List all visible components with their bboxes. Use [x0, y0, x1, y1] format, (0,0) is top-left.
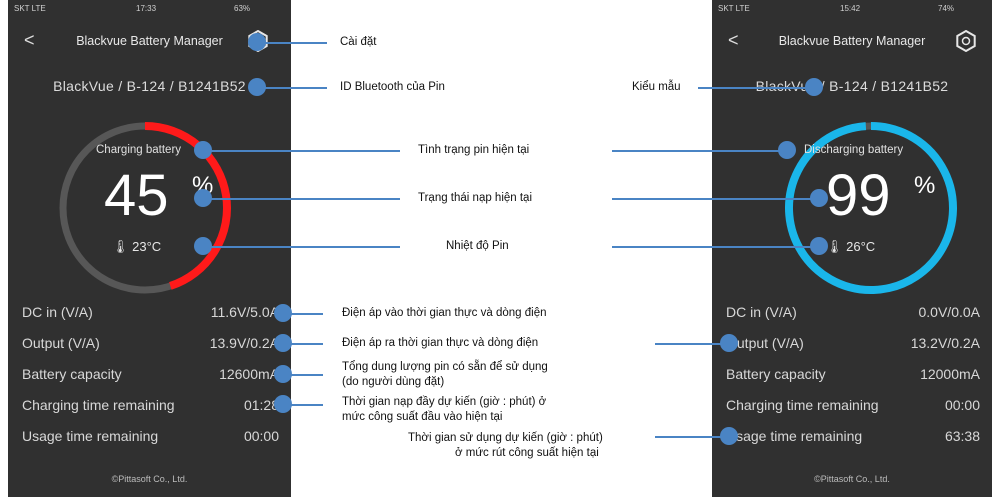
- dc-in-row: DC in (V/A) 11.6V/5.0A: [22, 304, 279, 326]
- callout-line: [257, 87, 327, 89]
- row-label: Charging time remaining: [22, 397, 175, 413]
- percent-sign: %: [914, 172, 936, 199]
- copyright-footer: ©Pittasoft Co., Ltd.: [814, 474, 890, 484]
- callout-line: [203, 150, 400, 152]
- callout-line: [203, 246, 400, 248]
- thermometer-icon: 🌡: [112, 239, 129, 254]
- usage-time-row: Usage time remaining 63:38: [726, 428, 980, 450]
- callout-dot: [778, 141, 796, 159]
- callout-line: [655, 343, 729, 345]
- charging-time-row: Charging time remaining 00:00: [726, 397, 980, 419]
- annotation-model: Kiểu mẫu: [632, 81, 681, 93]
- row-value: 12000mA: [920, 366, 980, 382]
- callout-line: [612, 198, 819, 200]
- annotation-capacity: Tổng dung lượng pin có sẵn để sử dụng (d…: [342, 360, 548, 390]
- callout-dot: [194, 237, 212, 255]
- callout-dot: [274, 334, 292, 352]
- callout-dot: [248, 33, 266, 51]
- carrier-label: SKT LTE: [14, 4, 46, 13]
- thermometer-icon: 🌡: [826, 239, 843, 254]
- battery-status: 74%: [938, 4, 955, 13]
- battery-capacity-row: Battery capacity 12600mA: [22, 366, 279, 388]
- callout-dot: [274, 365, 292, 383]
- annotation-charge-time: Thời gian nạp đầy dự kiến (giờ : phút) ở…: [342, 395, 546, 425]
- status-time: 17:33: [136, 4, 157, 13]
- annotation-bluetooth-id: ID Bluetooth của Pin: [340, 81, 445, 93]
- row-label: Output (V/A): [22, 335, 100, 351]
- annotation-line: Tổng dung lượng pin có sẵn để sử dụng: [342, 361, 548, 373]
- row-value: 0.0V/0.0A: [918, 304, 981, 320]
- dc-in-row: DC in (V/A) 0.0V/0.0A: [726, 304, 980, 326]
- annotation-battery-status: Tình trạng pin hiện tại: [418, 144, 530, 156]
- row-value: 12600mA: [219, 366, 279, 382]
- phone-screen-discharging: SKT LTE 15:42 74% < Blackvue Battery Man…: [712, 0, 992, 497]
- callout-dot: [248, 78, 266, 96]
- annotation-settings: Cài đặt: [340, 36, 377, 48]
- battery-state-label: Charging battery: [96, 144, 182, 156]
- device-model-id: BlackVue / B-124 / B1241B52: [755, 78, 949, 94]
- temperature-value: 23°C: [132, 239, 162, 254]
- row-label: Battery capacity: [726, 366, 826, 382]
- status-time: 15:42: [840, 4, 861, 13]
- usage-time-row: Usage time remaining 00:00: [22, 428, 279, 450]
- row-value: 13.9V/0.2A: [209, 335, 279, 351]
- callout-dot: [274, 304, 292, 322]
- row-label: DC in (V/A): [726, 304, 797, 320]
- row-label: Charging time remaining: [726, 397, 879, 413]
- callout-dot: [810, 189, 828, 207]
- row-value: 11.6V/5.0A: [210, 304, 279, 320]
- battery-capacity-row: Battery capacity 12000mA: [726, 366, 980, 388]
- annotation-line: Thời gian nạp đầy dự kiến (giờ : phút) ở: [342, 396, 547, 408]
- app-title: Blackvue Battery Manager: [778, 34, 926, 48]
- callout-line: [203, 198, 400, 200]
- row-value: 63:38: [944, 428, 980, 444]
- annotation-line: ở mức rút công suất hiện tại: [455, 447, 599, 459]
- battery-temperature: 🌡 26°C: [826, 239, 875, 255]
- callout-dot: [194, 189, 212, 207]
- row-value: 13.2V/0.2A: [910, 335, 980, 351]
- annotation-line: Thời gian sử dụng dự kiến (giờ : phút): [408, 432, 603, 444]
- settings-gear-icon[interactable]: [955, 30, 977, 52]
- copyright-footer: ©Pittasoft Co., Ltd.: [111, 474, 188, 484]
- callout-line: [612, 150, 787, 152]
- status-bar: SKT LTE 15:42 74%: [712, 0, 992, 18]
- row-label: Battery capacity: [22, 366, 122, 382]
- row-value: 00:00: [944, 397, 980, 413]
- annotation-output: Điện áp ra thời gian thực và dòng điện: [342, 337, 539, 349]
- battery-percent: 45: [104, 163, 169, 228]
- annotation-input: Điện áp vào thời gian thực và dòng điện: [342, 307, 547, 319]
- row-label: Usage time remaining: [726, 428, 863, 444]
- callout-dot: [720, 427, 738, 445]
- battery-status: 63%: [234, 4, 251, 13]
- row-label: Usage time remaining: [22, 428, 159, 444]
- callout-dot: [805, 78, 823, 96]
- battery-percent: 99: [826, 163, 891, 228]
- callout-dot: [720, 334, 738, 352]
- battery-state-label: Discharging battery: [804, 144, 904, 156]
- annotation-charge-state: Trạng thái nạp hiện tại: [418, 192, 533, 204]
- phone-screen-charging: SKT LTE 17:33 63% < Blackvue Battery Man…: [8, 0, 291, 497]
- callout-line: [612, 246, 819, 248]
- callout-dot: [810, 237, 828, 255]
- charging-time-row: Charging time remaining 01:28: [22, 397, 279, 419]
- annotation-temperature: Nhiệt độ Pin: [446, 240, 509, 252]
- row-label: DC in (V/A): [22, 304, 93, 320]
- callout-line: [257, 42, 327, 44]
- annotation-usage-time: Thời gian sử dụng dự kiến (giờ : phút) ở…: [408, 431, 603, 461]
- callout-dot: [274, 395, 292, 413]
- carrier-label: SKT LTE: [718, 4, 750, 13]
- annotation-line: (do người dùng đặt): [342, 376, 445, 388]
- battery-temperature: 🌡 23°C: [112, 239, 161, 255]
- status-bar: SKT LTE 17:33 63%: [8, 0, 291, 18]
- callout-line: [655, 436, 729, 438]
- output-row: Output (V/A) 13.2V/0.2A: [726, 335, 980, 357]
- output-row: Output (V/A) 13.9V/0.2A: [22, 335, 279, 357]
- callout-line: [698, 87, 814, 89]
- row-value: 00:00: [243, 428, 279, 444]
- temperature-value: 26°C: [846, 239, 876, 254]
- callout-dot: [194, 141, 212, 159]
- annotation-line: mức công suất đầu vào hiện tại: [342, 411, 503, 423]
